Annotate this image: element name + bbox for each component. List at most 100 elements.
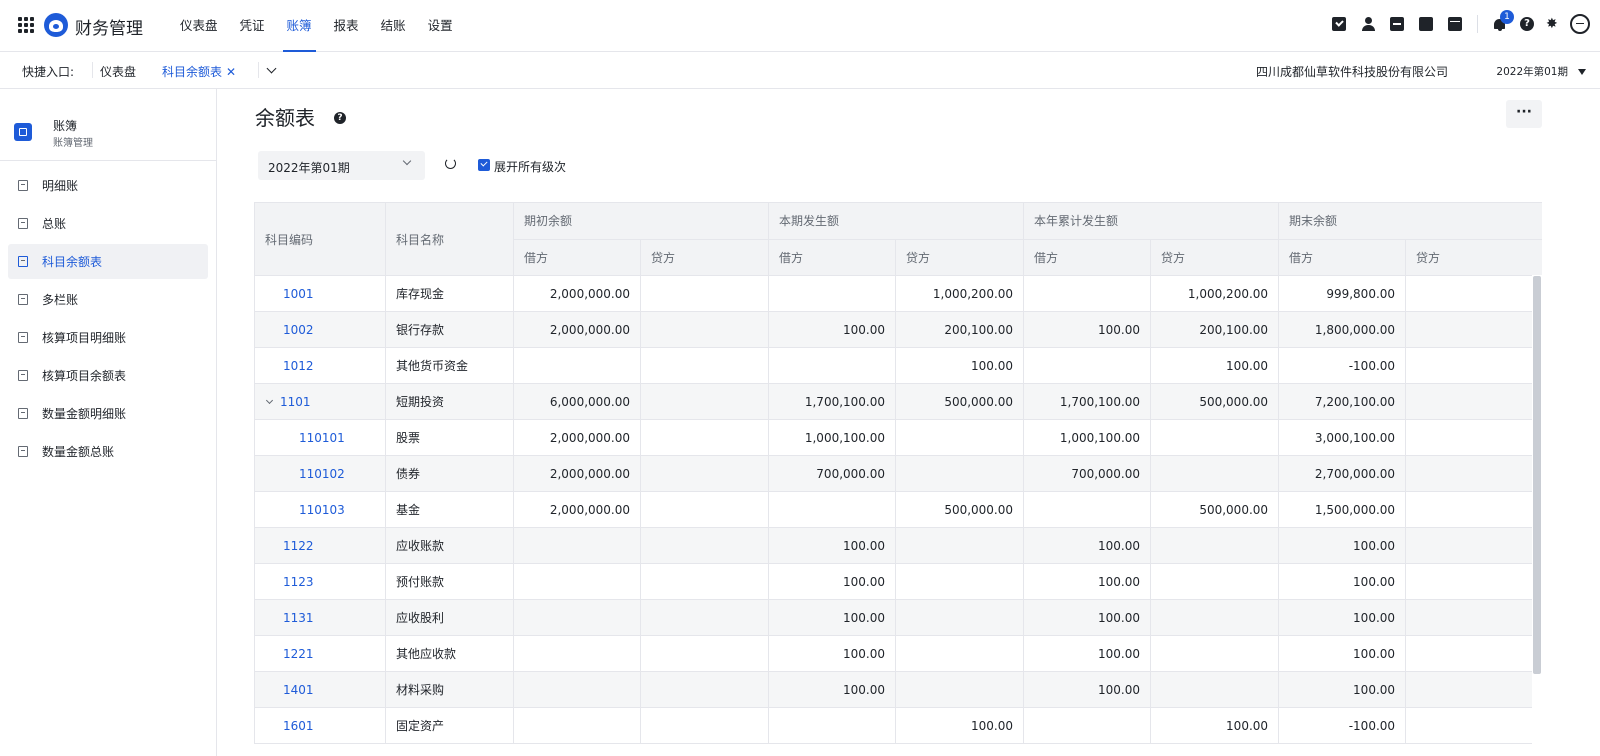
account-code: 110101	[299, 430, 345, 445]
amount-cell	[639, 455, 770, 492]
refresh-icon[interactable]	[445, 158, 456, 169]
expand-all-checkbox[interactable]	[478, 159, 490, 171]
sidebar-item-label: 多栏账	[42, 293, 79, 307]
account-code-link[interactable]: 1101	[254, 383, 386, 420]
account-code-link[interactable]: 1122	[254, 527, 386, 564]
table-row[interactable]: 1401 材料采购 100.00 100.00 100.00	[254, 671, 1542, 708]
account-code-link[interactable]: 1131	[254, 599, 386, 636]
sidebar-item-aux-balance[interactable]: 核算项目余额表	[8, 358, 208, 393]
account-code: 110102	[299, 466, 345, 481]
table-row[interactable]: 1221 其他应收款 100.00 100.00 100.00	[254, 635, 1542, 672]
quick-tab-balance-sheet[interactable]: 科目余额表 ✕	[162, 63, 236, 80]
sidebar-item-account-balance[interactable]: 科目余额表	[8, 244, 208, 279]
period-filter-select[interactable]: 2022年第01期	[258, 151, 425, 180]
help-icon[interactable]: ?	[1520, 17, 1534, 31]
table-row[interactable]: 110103 基金 2,000,000.00 500,000.00 500,000.00…	[254, 491, 1542, 528]
nav-closing[interactable]: 结账	[373, 0, 414, 52]
account-code: 1122	[283, 538, 314, 553]
expand-all-label[interactable]: 展开所有级次	[494, 158, 566, 175]
sidebar-item-general-ledger[interactable]: 总账	[8, 206, 208, 241]
amount-cell	[513, 707, 641, 744]
table-row[interactable]: 1131 应收股利 100.00 100.00 100.00	[254, 599, 1542, 636]
caret-down-icon[interactable]	[1578, 69, 1586, 75]
account-name: 基金	[385, 491, 514, 528]
account-code-link[interactable]: 1123	[254, 563, 386, 600]
account-name: 应收账款	[385, 527, 514, 564]
quick-tab-dashboard[interactable]: 仪表盘	[100, 63, 136, 80]
table-body: 1001 库存现金 2,000,000.00 1,000,200.00 1,000,20…	[254, 275, 1542, 744]
account-code: 1401	[283, 682, 314, 697]
table-row[interactable]: 1122 应收账款 100.00 100.00 100.00	[254, 527, 1542, 564]
bell-icon[interactable]: 1	[1492, 10, 1514, 32]
amount-cell	[895, 527, 1025, 564]
sidebar-item-multi-column[interactable]: 多栏账	[8, 282, 208, 317]
table-row[interactable]: 1002 银行存款 2,000,000.00 100.00 200,100.00 100.…	[254, 311, 1542, 348]
table-row[interactable]: 1601 固定资产 100.00 100.00 -100.00	[254, 707, 1542, 744]
amount-cell: 100.00	[1023, 527, 1152, 564]
nav-dashboard[interactable]: 仪表盘	[172, 0, 226, 52]
account-code-link[interactable]: 110103	[254, 491, 386, 528]
amount-cell: 500,000.00	[895, 491, 1025, 528]
sidebar-item-label: 数量金额总账	[42, 445, 115, 459]
amount-cell	[768, 275, 897, 312]
account-code-link[interactable]: 110102	[254, 455, 386, 492]
account-code-link[interactable]: 1401	[254, 671, 386, 708]
account-code: 1002	[283, 322, 314, 337]
gear-icon[interactable]: ✸	[1546, 17, 1560, 31]
amount-cell	[1150, 671, 1280, 708]
app-grid-icon[interactable]	[18, 17, 34, 33]
amount-cell: 1,800,000.00	[1278, 311, 1407, 348]
amount-cell	[1405, 311, 1542, 348]
ledger-icon	[14, 123, 32, 141]
amount-cell: 3,000,100.00	[1278, 419, 1407, 456]
account-name: 库存现金	[385, 275, 514, 312]
amount-cell: 2,000,000.00	[513, 419, 641, 456]
chevron-down-icon[interactable]	[265, 396, 274, 404]
account-code-link[interactable]: 1002	[254, 311, 386, 348]
account-code-link[interactable]: 1601	[254, 707, 386, 744]
nav-ledger[interactable]: 账簿	[279, 0, 320, 52]
table-row[interactable]: 1001 库存现金 2,000,000.00 1,000,200.00 1,000,20…	[254, 275, 1542, 312]
amount-cell	[768, 347, 897, 384]
account-code-link[interactable]: 1221	[254, 635, 386, 672]
company-name[interactable]: 四川成都仙草软件科技股份有限公司	[1256, 63, 1448, 80]
amount-cell: 999,800.00	[1278, 275, 1407, 312]
sidebar-header: 账簿 账簿管理	[0, 89, 216, 161]
more-button[interactable]: ···	[1506, 100, 1542, 128]
table-row[interactable]: 110102 债券 2,000,000.00 700,000.00 700,000.00…	[254, 455, 1542, 492]
card-icon	[18, 446, 28, 457]
avatar-icon[interactable]	[1570, 14, 1590, 34]
sidebar-item-detail-ledger[interactable]: 明细账	[8, 168, 208, 203]
account-code-link[interactable]: 110101	[254, 419, 386, 456]
amount-cell	[768, 491, 897, 528]
nav-settings[interactable]: 设置	[420, 0, 461, 52]
table-row[interactable]: 1101 短期投资 6,000,000.00 1,700,100.00 500,000.…	[254, 383, 1542, 420]
table-row[interactable]: 1123 预付账款 100.00 100.00 100.00	[254, 563, 1542, 600]
close-icon[interactable]: ✕	[226, 65, 236, 79]
nav-reports[interactable]: 报表	[326, 0, 367, 52]
col-group-opening: 期初余额	[512, 202, 770, 240]
account-code-link[interactable]: 1012	[254, 347, 386, 384]
period-selector[interactable]: 2022年第01期	[1496, 64, 1568, 79]
chevron-down-icon[interactable]	[266, 63, 277, 74]
amount-cell	[639, 563, 770, 600]
phone-icon[interactable]	[1419, 17, 1433, 31]
calendar-check-icon[interactable]	[1332, 17, 1346, 31]
table-row[interactable]: 1012 其他货币资金 100.00 100.00 -100.00	[254, 347, 1542, 384]
user-icon[interactable]	[1361, 17, 1375, 31]
sidebar-item-qty-detail[interactable]: 数量金额明细账	[8, 396, 208, 431]
document-icon[interactable]	[1390, 17, 1404, 31]
amount-cell	[895, 599, 1025, 636]
help-icon[interactable]: ?	[334, 112, 346, 124]
calendar-icon[interactable]	[1448, 17, 1462, 31]
account-code-link[interactable]: 1001	[254, 275, 386, 312]
amount-cell	[1405, 383, 1542, 420]
nav-voucher[interactable]: 凭证	[232, 0, 273, 52]
sidebar-item-qty-general[interactable]: 数量金额总账	[8, 434, 208, 469]
scrollbar-thumb[interactable]	[1533, 276, 1541, 674]
app-title: 财务管理	[75, 19, 143, 39]
divider	[1477, 15, 1478, 33]
amount-cell	[895, 455, 1025, 492]
table-row[interactable]: 110101 股票 2,000,000.00 1,000,100.00 1,000,10…	[254, 419, 1542, 456]
sidebar-item-aux-detail[interactable]: 核算项目明细账	[8, 320, 208, 355]
